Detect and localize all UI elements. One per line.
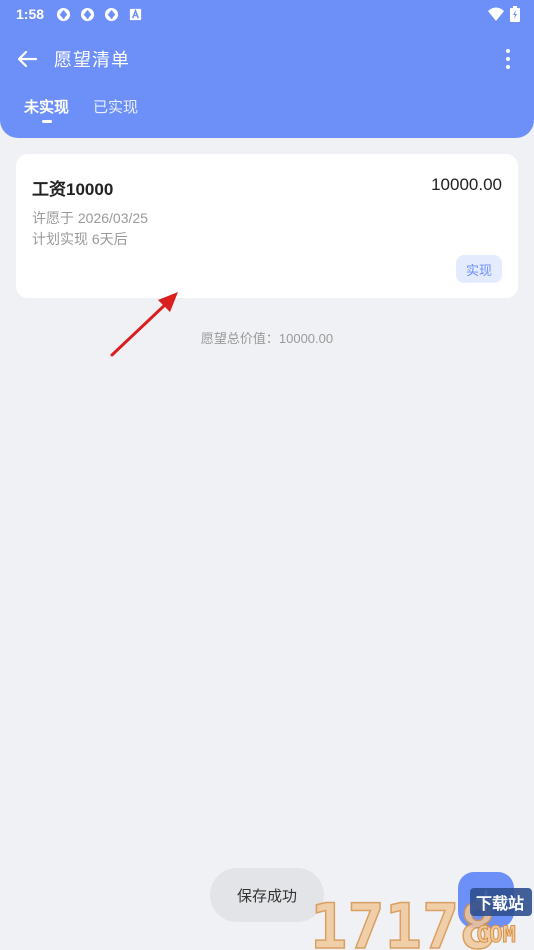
wish-card[interactable]: 工资10000 10000.00 许愿于 2026/03/25 计划实现 6天后… [16,154,518,298]
font-a-icon [129,8,142,20]
sync-icon [56,7,71,21]
back-button[interactable] [0,38,54,80]
tab-bar: 未实现 已实现 [24,96,138,123]
watermark-text: 下载站 [476,894,524,913]
battery-icon [510,6,520,22]
sync-icon [104,7,119,21]
total-value: 愿望总价值：10000.00 [200,331,334,346]
wish-amount: 10000.00 [431,175,502,194]
tab-realized[interactable]: 已实现 [93,96,138,117]
status-time: 1:58 [16,6,45,22]
more-options-button[interactable] [496,46,520,72]
wish-name: 工资10000 [32,180,114,199]
site-watermark: 17178 下载站 COM [310,888,532,950]
status-bar: 1:58 [0,0,534,28]
wifi-icon [488,7,504,21]
page-title: 愿望清单 [54,50,130,70]
realize-button[interactable]: 实现 [456,255,502,283]
wish-plan: 计划实现 6天后 [32,231,128,247]
wish-date: 许愿于 2026/03/25 [32,210,148,226]
arrow-left-icon [17,50,38,68]
sync-icon [80,7,95,21]
app-header: 1:58 愿望清单 未实现 已实现 [0,0,534,138]
toast-message: 保存成功 [210,868,324,922]
watermark-digits: 17178 [310,890,497,950]
app-bar: 愿望清单 [0,38,534,80]
annotation-arrow [110,292,178,357]
tab-unrealized[interactable]: 未实现 [24,96,69,123]
watermark-com: COM [476,923,516,948]
more-vert-icon [506,49,510,53]
